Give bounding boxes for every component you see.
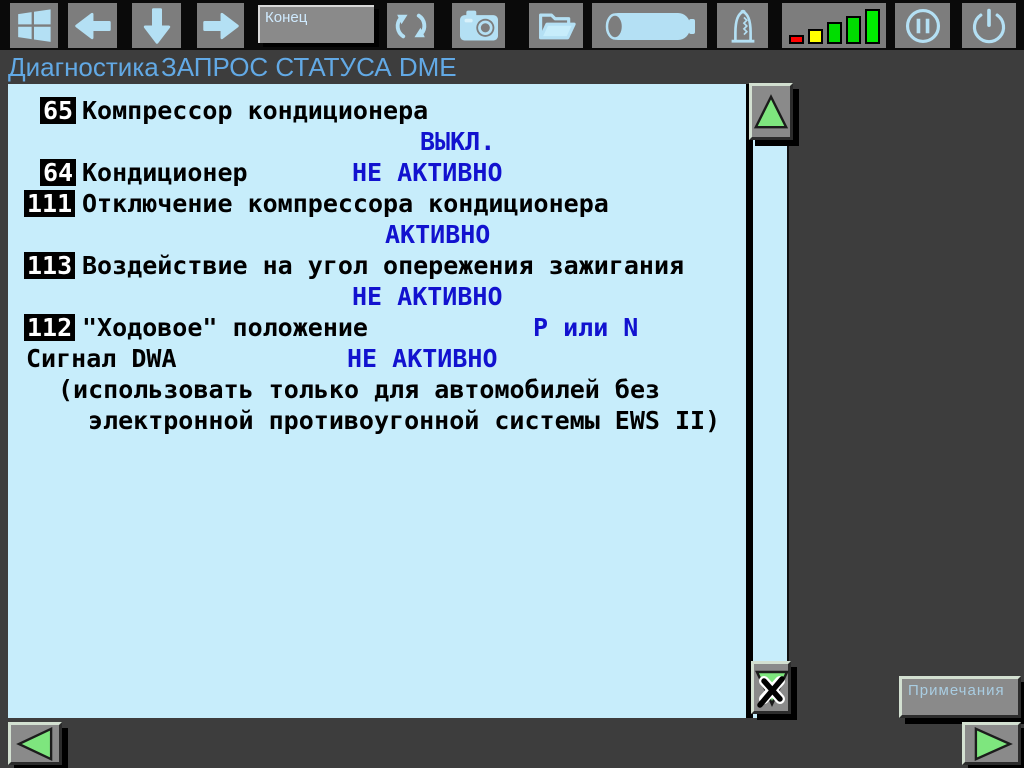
scrollbar-track[interactable] — [753, 84, 789, 718]
status-line: Сигнал DWA НЕ АКТИВНО — [8, 345, 746, 373]
status-report-panel: 65Компрессор кондиционера ВЫКЛ. 64Кондицио… — [8, 84, 746, 718]
status-line: 64Кондиционер НЕ АКТИВНО — [8, 159, 746, 187]
fault-code-badge: 64 — [40, 159, 76, 186]
folder-open-icon — [535, 7, 577, 45]
power-button[interactable] — [962, 3, 1016, 48]
triangle-left-icon — [13, 726, 57, 762]
status-line: 111 Отключение компрессора кондиционера — [8, 190, 746, 218]
status-value: Р или N — [533, 314, 638, 341]
panel-divider — [746, 84, 753, 718]
status-line: ВЫКЛ. — [8, 128, 746, 156]
notes-button-label: Примечания — [902, 679, 1011, 702]
cylinder-button[interactable] — [592, 3, 707, 48]
end-button-label: Конец — [265, 9, 307, 26]
status-label: Сигнал DWA — [26, 345, 177, 372]
page-forward-button[interactable] — [962, 722, 1021, 765]
close-x-icon — [754, 667, 790, 709]
signal-quality-button[interactable] — [782, 3, 886, 48]
status-label: Воздействие на угол опережения зажигания — [82, 252, 684, 279]
camera-icon — [457, 7, 501, 45]
signal-bar — [827, 22, 842, 44]
status-line: (использовать только для автомобилей без — [8, 376, 746, 404]
back-button[interactable] — [68, 3, 117, 48]
status-label: Отключение компрессора кондиционера — [82, 190, 609, 217]
signal-bars-icon — [789, 8, 880, 44]
down-button[interactable] — [132, 3, 181, 48]
page-title: ЗАПРОС СТАТУСА DME — [161, 52, 457, 83]
status-label: Кондиционер — [82, 159, 248, 186]
signal-bar — [808, 29, 823, 44]
signal-bar — [789, 35, 804, 44]
start-button[interactable] — [10, 3, 58, 48]
screen: Конец — [0, 0, 1024, 768]
power-icon — [969, 6, 1009, 46]
signal-bar — [865, 9, 880, 44]
status-line: 112 "Ходовое" положение Р или N — [8, 314, 746, 342]
fault-code-badge: 113 — [24, 252, 75, 279]
dome-filter-icon — [724, 6, 762, 46]
cylinder-icon — [598, 6, 702, 46]
app-title: Диагностика — [8, 52, 159, 83]
status-line: электронной противоугонной системы EWS I… — [8, 407, 746, 435]
windows-logo-icon — [15, 7, 53, 45]
pause-icon — [903, 6, 943, 46]
signal-bar — [846, 16, 861, 44]
pause-button[interactable] — [895, 3, 950, 48]
folder-button[interactable] — [529, 3, 583, 48]
status-label: "Ходовое" положение — [82, 314, 368, 341]
triangle-up-icon — [752, 91, 790, 133]
scroll-down-button[interactable] — [751, 661, 791, 714]
arrow-right-icon — [201, 6, 241, 46]
status-value: НЕ АКТИВНО — [347, 345, 498, 372]
fault-code-badge: 112 — [24, 314, 75, 341]
status-value: НЕ АКТИВНО — [352, 159, 503, 186]
filter-button[interactable] — [717, 3, 768, 48]
triangle-right-icon — [968, 726, 1016, 762]
arrow-left-icon — [73, 6, 113, 46]
fault-code-badge: 111 — [24, 190, 75, 217]
header: Диагностика ЗАПРОС СТАТУСА DME — [0, 50, 1024, 84]
page-back-button[interactable] — [8, 722, 62, 765]
status-line: 65Компрессор кондиционера — [8, 97, 746, 125]
fault-code-badge: 65 — [40, 97, 76, 124]
status-label: электронной противоугонной системы EWS I… — [88, 407, 720, 434]
status-label: (использовать только для автомобилей без — [58, 376, 660, 403]
end-button[interactable]: Конец — [258, 5, 374, 43]
status-label: Компрессор кондиционера — [82, 97, 428, 124]
arrow-down-icon — [137, 6, 177, 46]
status-line: АКТИВНО — [8, 221, 746, 249]
toolbar: Конец — [0, 0, 1024, 50]
scroll-up-button[interactable] — [749, 83, 793, 140]
refresh-icon — [392, 7, 430, 45]
status-value: ВЫКЛ. — [420, 128, 495, 155]
refresh-button[interactable] — [387, 3, 434, 48]
forward-button[interactable] — [197, 3, 244, 48]
notes-button[interactable]: Примечания — [899, 676, 1021, 718]
status-line: НЕ АКТИВНО — [8, 283, 746, 311]
status-value: АКТИВНО — [385, 221, 490, 248]
status-line: 113 Воздействие на угол опережения зажига… — [8, 252, 746, 280]
camera-button[interactable] — [452, 3, 505, 48]
status-value: НЕ АКТИВНО — [352, 283, 503, 310]
